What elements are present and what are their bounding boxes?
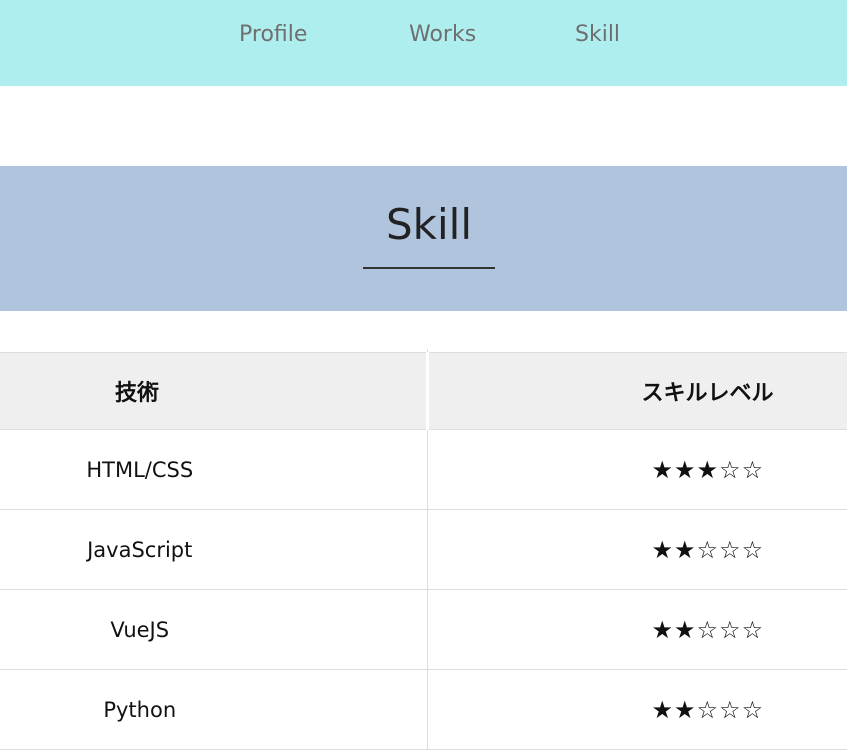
star-rating: ★★☆☆☆	[427, 509, 847, 590]
header-skill-level: スキルレベル	[427, 352, 847, 430]
skill-table: 技術 スキルレベル HTML/CSS ★★★☆☆ JavaScript ★★☆☆…	[0, 349, 847, 750]
table-row: JavaScript ★★☆☆☆	[0, 509, 847, 590]
nav-item-works[interactable]: Works	[409, 22, 476, 47]
table-row: HTML/CSS ★★★☆☆	[0, 429, 847, 510]
nav-item-skill[interactable]: Skill	[575, 22, 620, 47]
top-navigation: Profile Works Skill	[0, 0, 847, 86]
star-rating: ★★☆☆☆	[427, 589, 847, 670]
header-tech: 技術	[0, 352, 429, 430]
tech-name: HTML/CSS	[0, 429, 428, 510]
section-title: Skill	[386, 200, 472, 249]
table-row: VueJS ★★☆☆☆	[0, 589, 847, 670]
nav-item-profile[interactable]: Profile	[239, 22, 307, 47]
table-row: Python ★★☆☆☆	[0, 669, 847, 750]
title-underline	[363, 267, 495, 269]
tech-name: JavaScript	[0, 509, 428, 590]
star-rating: ★★☆☆☆	[427, 669, 847, 750]
table-header-row: 技術 スキルレベル	[0, 352, 847, 430]
tech-name: VueJS	[0, 589, 428, 670]
tech-name: Python	[0, 669, 428, 750]
star-rating: ★★★☆☆	[427, 429, 847, 510]
